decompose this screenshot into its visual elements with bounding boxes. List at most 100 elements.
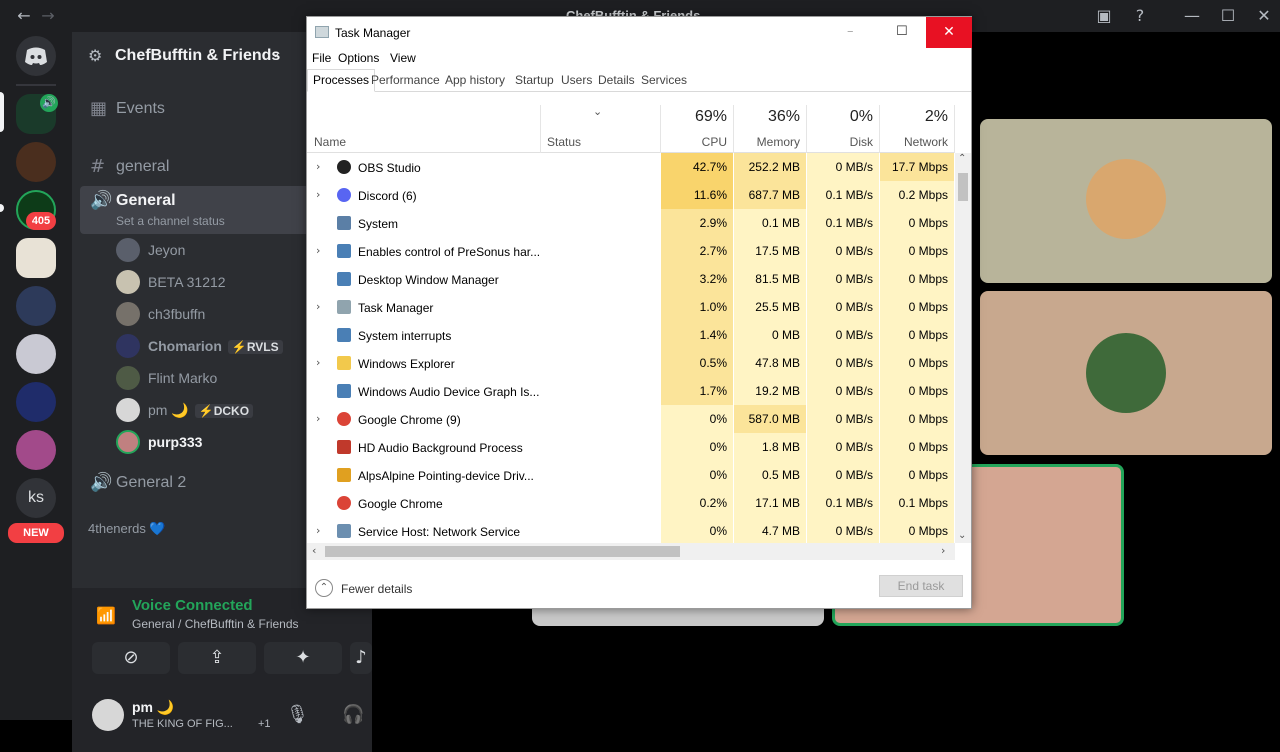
disk-cell: 0 MB/s xyxy=(807,377,880,405)
horizontal-scrollbar[interactable]: ‹ › xyxy=(307,543,955,560)
speaker-icon xyxy=(337,440,351,454)
process-row[interactable]: Desktop Window Manager 3.2% 81.5 MB 0 MB/s 0… xyxy=(307,265,955,293)
process-row[interactable]: Google Chrome 0.2% 17.1 MB 0.1 MB/s 0.1 Mbps xyxy=(307,489,955,517)
expand-chevron-icon[interactable]: › xyxy=(316,356,320,369)
expand-chevron-icon[interactable]: › xyxy=(316,244,320,257)
scroll-thumb[interactable] xyxy=(325,546,680,557)
process-row[interactable]: › Discord (6) 11.6% 687.7 MB 0.1 MB/s 0.2 Mbp… xyxy=(307,181,955,209)
tab-startup[interactable]: Startup xyxy=(510,70,559,92)
inbox-icon[interactable]: ▣ xyxy=(1092,4,1116,28)
screen-share-button[interactable]: ⇪ xyxy=(178,642,256,674)
cpu-cell: 2.7% xyxy=(661,237,734,265)
expand-chevron-icon[interactable]: › xyxy=(316,412,320,425)
collapse-icon[interactable]: ⌃ xyxy=(315,579,333,597)
column-status[interactable]: ⌄ Status xyxy=(541,105,661,153)
expand-chevron-icon[interactable]: › xyxy=(316,188,320,201)
process-row[interactable]: System 2.9% 0.1 MB 0.1 MB/s 0 Mbps xyxy=(307,209,955,237)
channel-status[interactable]: Set a channel status xyxy=(116,214,225,228)
disk-cell: 0.1 MB/s xyxy=(807,181,880,209)
disk-cell: 0 MB/s xyxy=(807,153,880,181)
tab-users[interactable]: Users xyxy=(556,70,597,92)
column-memory[interactable]: 36% Memory xyxy=(734,105,807,153)
server-avatar-7[interactable] xyxy=(16,382,56,422)
avatar[interactable] xyxy=(92,699,124,731)
cpu-cell: 0% xyxy=(661,517,734,543)
unread-pill xyxy=(0,204,4,212)
process-list: › OBS Studio 42.7% 252.2 MB 0 MB/s 17.7 Mbps ›… xyxy=(307,153,955,543)
voice-location[interactable]: General / ChefBufftin & Friends xyxy=(132,617,299,631)
process-row[interactable]: › Enables control of PreSonus har... 2.7% 1… xyxy=(307,237,955,265)
signal-icon: 📶 xyxy=(96,606,116,625)
expand-chevron-icon[interactable]: › xyxy=(316,300,320,313)
memory-cell: 17.5 MB xyxy=(734,237,807,265)
server-avatar-4[interactable] xyxy=(16,238,56,278)
task-manager-titlebar[interactable]: Task Manager – ☐ ✕ xyxy=(307,17,972,49)
tab-processes[interactable]: Processes xyxy=(307,69,376,92)
process-row[interactable]: › OBS Studio 42.7% 252.2 MB 0 MB/s 17.7 Mbps xyxy=(307,153,955,181)
help-icon[interactable]: ? xyxy=(1128,4,1152,28)
process-row[interactable]: Windows Audio Device Graph Is... 1.7% 19.2… xyxy=(307,377,955,405)
video-tile[interactable] xyxy=(980,119,1272,283)
tab-details[interactable]: Details xyxy=(593,70,640,92)
process-row[interactable]: AlpsAlpine Pointing-device Driv... 0% 0.5 … xyxy=(307,461,955,489)
cpu-cell: 0.5% xyxy=(661,349,734,377)
scroll-left-icon[interactable]: ‹ xyxy=(312,544,316,557)
column-network[interactable]: 2% Network xyxy=(880,105,955,153)
vertical-scrollbar[interactable]: ⌃ ⌄ xyxy=(955,153,971,543)
disk-cell: 0 MB/s xyxy=(807,433,880,461)
server-ks[interactable]: ks xyxy=(16,478,56,518)
server-avatar-2[interactable] xyxy=(16,142,56,182)
network-cell: 0 Mbps xyxy=(880,461,955,489)
discord-home-icon[interactable] xyxy=(16,36,56,76)
new-badge[interactable]: NEW xyxy=(8,523,64,543)
close-button[interactable]: ✕ xyxy=(926,17,972,48)
process-row[interactable]: HD Audio Background Process 0% 1.8 MB 0 MB/… xyxy=(307,433,955,461)
maximize-icon[interactable]: ☐ xyxy=(1216,4,1240,28)
server-avatar-6[interactable] xyxy=(16,334,56,374)
menu-file[interactable]: File xyxy=(312,51,331,65)
speaker-badge-icon: 🔊 xyxy=(40,94,58,112)
minimize-icon[interactable]: — xyxy=(1180,4,1204,28)
close-icon[interactable]: ✕ xyxy=(1252,4,1276,28)
column-cpu[interactable]: 69% CPU xyxy=(661,105,734,153)
process-row[interactable]: › Task Manager 1.0% 25.5 MB 0 MB/s 0 Mbps xyxy=(307,293,955,321)
server-avatar-5[interactable] xyxy=(16,286,56,326)
server-avatar-8[interactable] xyxy=(16,430,56,470)
menu-options[interactable]: Options xyxy=(338,51,379,65)
menu-view[interactable]: View xyxy=(390,51,416,65)
tab-performance[interactable]: Performance xyxy=(366,70,445,92)
tab-app-history[interactable]: App history xyxy=(440,70,510,92)
process-row[interactable]: › Service Host: Network Service 0% 4.7 MB 0 … xyxy=(307,517,955,543)
end-task-button[interactable]: End task xyxy=(879,575,963,597)
process-row[interactable]: System interrupts 1.4% 0 MB 0 MB/s 0 Mbps xyxy=(307,321,955,349)
fewer-details-link[interactable]: Fewer details xyxy=(341,582,412,596)
maximize-icon[interactable]: ☐ xyxy=(896,24,908,39)
minimize-icon[interactable]: – xyxy=(847,24,854,39)
column-name[interactable]: Name xyxy=(307,105,541,153)
cpu-cell: 42.7% xyxy=(661,153,734,181)
disk-cell: 0 MB/s xyxy=(807,321,880,349)
expand-chevron-icon[interactable]: › xyxy=(316,524,320,537)
scroll-thumb[interactable] xyxy=(958,173,968,201)
soundboard-button[interactable]: ♪ xyxy=(350,642,372,674)
back-arrow-icon[interactable]: ← xyxy=(12,4,36,28)
scroll-right-icon[interactable]: › xyxy=(941,544,945,557)
voice-status[interactable]: Voice Connected xyxy=(132,597,253,614)
camera-off-button[interactable]: ⊘ xyxy=(92,642,170,674)
headphones-icon[interactable]: 🎧 xyxy=(342,704,364,725)
forward-arrow-icon[interactable]: → xyxy=(36,4,60,28)
category-4thenerds[interactable]: 4thenerds 💙 xyxy=(88,521,166,537)
expand-chevron-icon[interactable]: › xyxy=(316,160,320,173)
process-row[interactable]: › Google Chrome (9) 0% 587.0 MB 0 MB/s 0 Mbps xyxy=(307,405,955,433)
column-disk[interactable]: 0% Disk xyxy=(807,105,880,153)
avatar xyxy=(1086,333,1166,413)
video-tile[interactable] xyxy=(980,291,1272,455)
process-row[interactable]: › Windows Explorer 0.5% 47.8 MB 0 MB/s 0 Mbps xyxy=(307,349,955,377)
scroll-down-icon[interactable]: ⌄ xyxy=(958,530,966,541)
scroll-up-icon[interactable]: ⌃ xyxy=(958,153,966,164)
menu-bar: File Options View xyxy=(307,49,971,69)
microphone-icon[interactable]: 🎙 xyxy=(286,704,309,725)
memory-cell: 47.8 MB xyxy=(734,349,807,377)
tab-services[interactable]: Services xyxy=(636,70,692,92)
activities-button[interactable]: ✦ xyxy=(264,642,342,674)
